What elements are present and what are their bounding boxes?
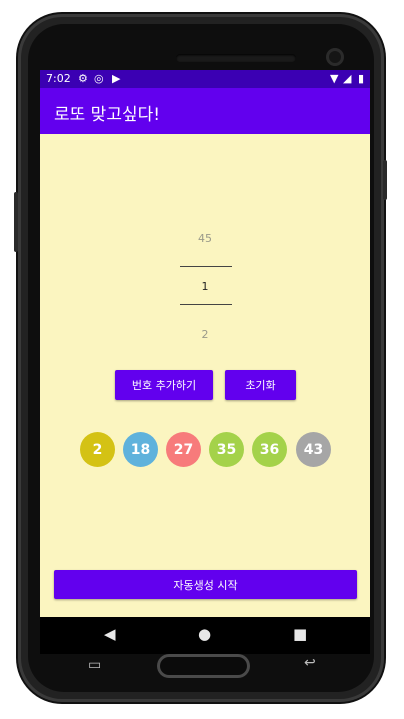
picker-divider-top bbox=[180, 266, 232, 267]
lotto-ball: 43 bbox=[296, 432, 331, 467]
picker-previous-value[interactable]: 45 bbox=[40, 232, 370, 245]
back-icon[interactable]: ◀ bbox=[104, 625, 116, 643]
system-nav-bar: ◀ ● ■ bbox=[40, 617, 370, 654]
lotto-ball: 18 bbox=[123, 432, 158, 467]
lotto-ball: 2 bbox=[80, 432, 115, 467]
lotto-ball: 36 bbox=[252, 432, 287, 467]
home-icon[interactable]: ● bbox=[198, 625, 211, 643]
battery-icon: ▮ bbox=[358, 72, 365, 85]
app-screen: 7:02 ⚙ ◎ ▶ ▼ ◢ ▮ 로또 맞고싶다! 45 1 2 번호 추가하기… bbox=[40, 70, 370, 617]
app-title: 로또 맞고싶다! bbox=[54, 105, 161, 125]
lotto-balls: 2 18 27 35 36 43 bbox=[80, 432, 340, 468]
reset-button[interactable]: 초기화 bbox=[225, 370, 296, 400]
picker-divider-bottom bbox=[180, 304, 232, 305]
lotto-ball: 35 bbox=[209, 432, 244, 467]
vpn-icon: ◎ bbox=[94, 72, 104, 85]
power-button bbox=[383, 160, 387, 200]
hardware-home-button[interactable] bbox=[157, 654, 250, 678]
volume-button bbox=[14, 192, 18, 252]
auto-generate-button[interactable]: 자동생성 시작 bbox=[54, 570, 357, 599]
app-bar: 로또 맞고싶다! bbox=[40, 88, 370, 134]
recents-icon[interactable]: ■ bbox=[293, 625, 307, 643]
picker-current-value[interactable]: 1 bbox=[40, 280, 370, 293]
front-camera bbox=[326, 48, 344, 66]
back-hardware-icon: ↩ bbox=[304, 655, 316, 671]
wifi-icon: ▼ bbox=[330, 72, 339, 85]
lotto-ball: 27 bbox=[166, 432, 201, 467]
play-icon: ▶ bbox=[112, 72, 121, 85]
gear-icon: ⚙ bbox=[78, 72, 88, 85]
signal-icon: ◢ bbox=[343, 72, 352, 85]
earpiece-speaker bbox=[176, 54, 296, 62]
picker-next-value[interactable]: 2 bbox=[40, 328, 370, 341]
menu-hardware-icon: ▭ bbox=[88, 657, 102, 673]
add-number-button[interactable]: 번호 추가하기 bbox=[115, 370, 213, 400]
status-bar: 7:02 ⚙ ◎ ▶ ▼ ◢ ▮ bbox=[40, 70, 370, 88]
status-time: 7:02 bbox=[46, 72, 71, 85]
